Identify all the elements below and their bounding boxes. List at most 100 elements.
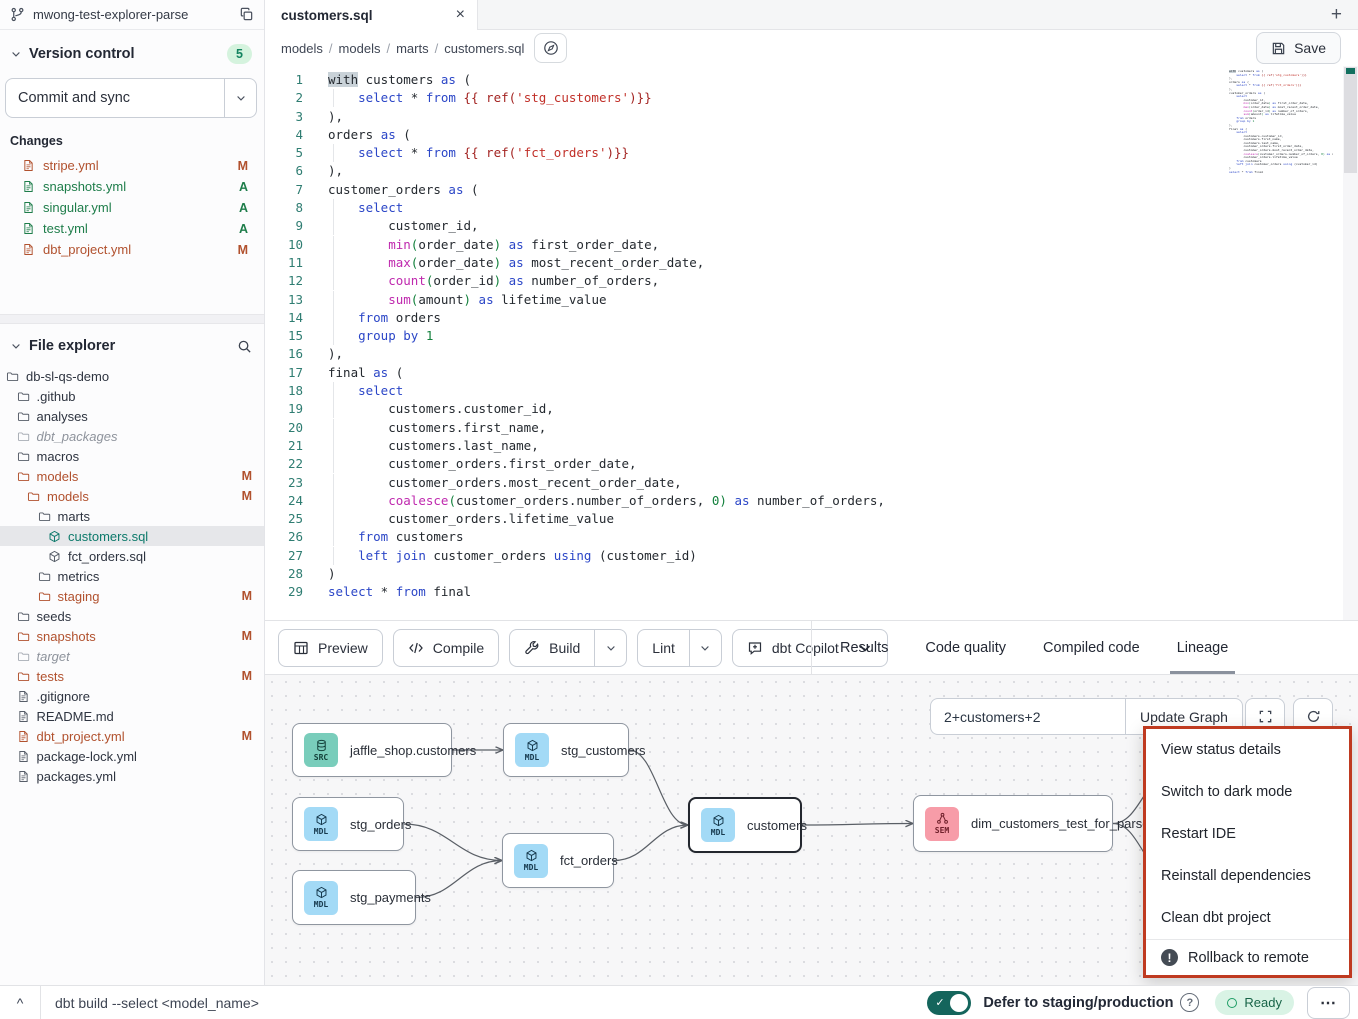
save-button[interactable]: Save [1256, 32, 1341, 64]
copilot-icon [747, 640, 763, 656]
tree-item-db-sl-qs-demo[interactable]: db-sl-qs-demo [0, 366, 264, 386]
breadcrumb-segment[interactable]: models [339, 41, 381, 56]
line-number: 6 [265, 162, 303, 180]
tree-item-packages-yml[interactable]: packages.yml [0, 766, 264, 786]
tab-lineage[interactable]: Lineage [1177, 621, 1229, 674]
tree-item-label: README.md [37, 709, 114, 724]
tree-item-tests[interactable]: testsM [0, 666, 264, 686]
new-tab-button[interactable]: + [1315, 0, 1358, 29]
wrench-icon [524, 640, 540, 656]
tree-item-package-lock-yml[interactable]: package-lock.yml [0, 746, 264, 766]
tree-item-customers-sql[interactable]: customers.sql [0, 526, 264, 546]
build-button[interactable]: Build [509, 629, 627, 667]
ready-label: Ready [1244, 995, 1282, 1010]
tree-item-staging[interactable]: stagingM [0, 586, 264, 606]
code-line: orders as ( [328, 126, 1228, 144]
lineage-node-fct-orders[interactable]: MDLfct_orders [502, 833, 614, 888]
defer-label: Defer to staging/production [983, 995, 1173, 1011]
change-item[interactable]: snapshots.ymlA [0, 176, 264, 197]
tree-item-analyses[interactable]: analyses [0, 406, 264, 426]
change-item[interactable]: test.ymlA [0, 218, 264, 239]
change-item[interactable]: singular.ymlA [0, 197, 264, 218]
change-item[interactable]: stripe.ymlM [0, 155, 264, 176]
compile-button[interactable]: Compile [393, 629, 499, 667]
breadcrumb-segment[interactable]: customers.sql [444, 41, 524, 56]
line-number: 28 [265, 565, 303, 583]
change-file-name: singular.yml [43, 200, 112, 215]
expand-command-panel-button[interactable]: ^ [0, 995, 40, 1011]
help-icon[interactable]: ? [1180, 993, 1199, 1012]
editor-scrollbar[interactable] [1343, 66, 1358, 620]
tree-item-snapshots[interactable]: snapshotsM [0, 626, 264, 646]
tree-item-target[interactable]: target [0, 646, 264, 666]
breadcrumb-bar: models/models/marts/customers.sql Save [265, 30, 1358, 66]
folder-icon [38, 590, 51, 603]
tree-item-fct-orders-sql[interactable]: fct_orders.sql [0, 546, 264, 566]
tab-results[interactable]: Results [840, 621, 888, 674]
changes-count-badge: 5 [227, 44, 252, 64]
lineage-node-dim-customers-test-for-parse[interactable]: SEMdim_customers_test_for_parse [913, 795, 1113, 852]
menu-item-view-status-details[interactable]: View status details [1146, 729, 1349, 771]
more-options-button[interactable]: ⋯ [1307, 987, 1350, 1019]
tab-customers-sql[interactable]: customers.sql × [265, 0, 478, 30]
change-status-letter: M [238, 243, 248, 257]
defer-toggle[interactable]: ✓ [927, 991, 971, 1015]
lint-button[interactable]: Lint [637, 629, 722, 667]
breadcrumb-segment[interactable]: models [281, 41, 323, 56]
version-control-header[interactable]: Version control 5 [0, 30, 264, 70]
tree-item--gitignore[interactable]: .gitignore [0, 686, 264, 706]
editor-action-bar: Preview Compile Build Lint [265, 620, 1358, 675]
tab-compiled-code[interactable]: Compiled code [1043, 621, 1140, 674]
file-explorer-header[interactable]: File explorer [0, 324, 264, 360]
build-options-caret[interactable] [594, 630, 626, 666]
code-line: customer_orders.most_recent_order_date, [328, 474, 1228, 492]
tree-item-dbt-project-yml[interactable]: dbt_project.ymlM [0, 726, 264, 746]
tree-item-seeds[interactable]: seeds [0, 606, 264, 626]
lineage-node-customers[interactable]: MDLcustomers [688, 797, 802, 853]
commit-options-caret[interactable] [224, 79, 256, 117]
breadcrumb-segment[interactable]: marts [396, 41, 429, 56]
lineage-node-stg-customers[interactable]: MDLstg_customers [503, 723, 629, 777]
tree-item-models[interactable]: modelsM [0, 466, 264, 486]
menu-item-rollback-to-remote[interactable]: ! Rollback to remote [1146, 940, 1349, 975]
code-line: group by 1 [328, 327, 1228, 345]
tree-item-label: marts [58, 509, 91, 524]
node-label: jaffle_shop.customers [350, 743, 476, 758]
menu-item-restart-ide[interactable]: Restart IDE [1146, 813, 1349, 855]
menu-item-clean-dbt-project[interactable]: Clean dbt project [1146, 897, 1349, 939]
model-cube-icon [48, 530, 61, 543]
tree-item-readme-md[interactable]: README.md [0, 706, 264, 726]
change-item[interactable]: dbt_project.ymlM [0, 239, 264, 260]
scrollbar-thumb[interactable] [1344, 67, 1357, 173]
lineage-canvas[interactable]: Update Graph View status detailsSwitch t… [265, 675, 1358, 985]
tree-item-label: metrics [58, 569, 100, 584]
copy-icon[interactable] [239, 7, 254, 22]
search-icon[interactable] [237, 339, 252, 354]
lineage-node-jaffle-shop-customers[interactable]: SRCjaffle_shop.customers [292, 723, 452, 777]
lineage-node-stg-orders[interactable]: MDLstg_orders [292, 797, 404, 851]
tab-code-quality[interactable]: Code quality [925, 621, 1006, 674]
preview-button[interactable]: Preview [278, 629, 383, 667]
menu-item-reinstall-dependencies[interactable]: Reinstall dependencies [1146, 855, 1349, 897]
lint-options-caret[interactable] [689, 630, 721, 666]
change-file-name: test.yml [43, 221, 88, 236]
command-placeholder[interactable]: dbt build --select <model_name> [55, 995, 259, 1011]
line-number: 8 [265, 199, 303, 217]
minimap[interactable]: with customers as ( select * from {{ ref… [1229, 70, 1333, 174]
tree-item-macros[interactable]: macros [0, 446, 264, 466]
close-tab-icon[interactable]: × [456, 7, 465, 23]
open-in-explorer-button[interactable] [534, 33, 567, 63]
lineage-selector-input[interactable] [930, 698, 1125, 735]
lineage-node-stg-payments[interactable]: MDLstg_payments [292, 870, 416, 925]
tree-item-models[interactable]: modelsM [0, 486, 264, 506]
code-editor[interactable]: 1234567891011121314151617181920212223242… [265, 66, 1358, 620]
line-number: 24 [265, 492, 303, 510]
line-number: 11 [265, 254, 303, 272]
tree-item-marts[interactable]: marts [0, 506, 264, 526]
commit-and-sync-button[interactable]: Commit and sync [5, 78, 257, 118]
tree-item-dbt-packages[interactable]: dbt_packages [0, 426, 264, 446]
code-content[interactable]: with customers as ( select * from {{ ref… [328, 71, 1228, 602]
tree-item--github[interactable]: .github [0, 386, 264, 406]
menu-item-switch-to-dark-mode[interactable]: Switch to dark mode [1146, 771, 1349, 813]
tree-item-metrics[interactable]: metrics [0, 566, 264, 586]
